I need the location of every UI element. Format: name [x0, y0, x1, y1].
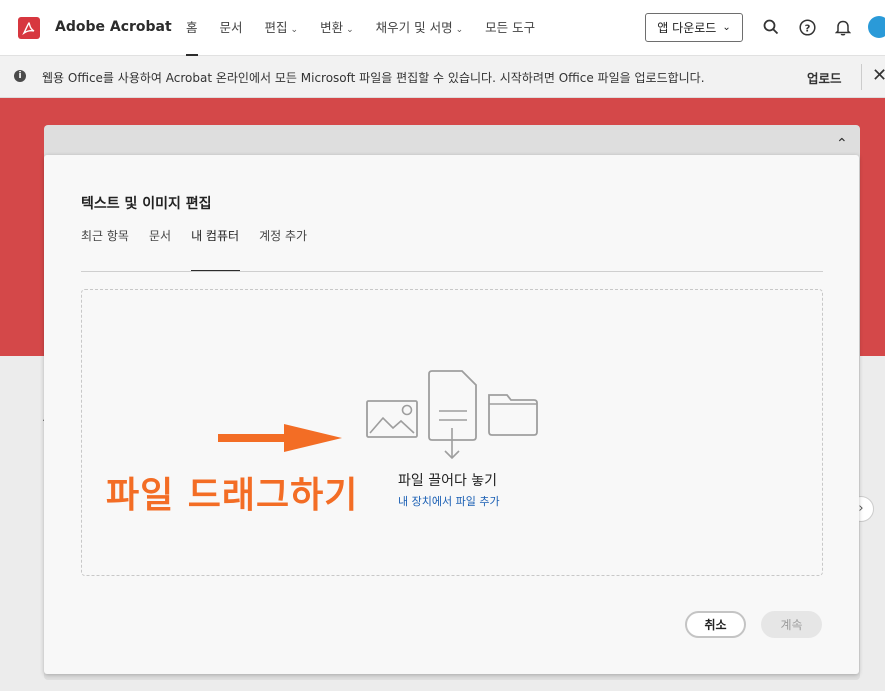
- dialog-title: 텍스트 및 이미지 편집: [81, 196, 212, 212]
- nav-documents[interactable]: 문서: [220, 0, 243, 56]
- continue-button[interactable]: 계속: [761, 611, 822, 638]
- tab-add-account[interactable]: 계정 추가: [259, 227, 307, 272]
- tab-my-computer[interactable]: 내 컴퓨터: [191, 227, 241, 272]
- nav-label: 변환: [320, 20, 344, 35]
- nav-all-tools[interactable]: 모든 도구: [485, 0, 535, 56]
- office-info-banner: i 웹용 Office를 사용하여 Acrobat 온라인에서 모든 Micro…: [0, 56, 885, 98]
- close-icon[interactable]: ✕: [872, 65, 885, 86]
- chevron-down-icon: ⌄: [455, 25, 464, 35]
- annotation-arrow-icon: [218, 424, 342, 452]
- avatar[interactable]: [868, 16, 885, 38]
- drag-annotation: 파일 드래그하기: [106, 475, 359, 516]
- edit-text-images-dialog: 텍스트 및 이미지 편집 최근 항목 문서 내 컴퓨터 계정 추가 파일 드래그…: [44, 155, 859, 674]
- tabs-divider: [81, 271, 823, 272]
- nav-label: 홈: [186, 20, 198, 35]
- top-navigation-bar: Adobe Acrobat 홈 문서 편집 ⌄ 변환 ⌄ 채우기 및 서명 ⌄ 모든 …: [0, 0, 885, 56]
- help-icon[interactable]: ?: [797, 17, 817, 37]
- info-icon: i: [14, 70, 26, 82]
- drop-label: 파일 끌어다 놓기: [398, 473, 498, 489]
- app-name: Adobe Acrobat: [55, 19, 172, 35]
- chevron-up-icon[interactable]: ⌃: [836, 136, 848, 152]
- nav-label: 채우기 및 서명: [375, 20, 453, 35]
- nav-label: 문서: [219, 20, 243, 35]
- banner-divider: [861, 64, 862, 90]
- upload-button[interactable]: 업로드: [807, 68, 842, 87]
- nav-label: 편집: [264, 20, 288, 35]
- nav-convert[interactable]: 변환 ⌄: [320, 0, 354, 56]
- main-nav: 홈 문서 편집 ⌄ 변환 ⌄ 채우기 및 서명 ⌄ 모든 도구: [186, 0, 557, 56]
- bell-icon[interactable]: [833, 17, 853, 37]
- nav-label: 모든 도구: [485, 20, 536, 35]
- app-download-label: 앱 다운로드: [657, 21, 717, 35]
- nav-fill-sign[interactable]: 채우기 및 서명 ⌄: [376, 0, 464, 56]
- nav-home[interactable]: 홈: [186, 0, 198, 56]
- chevron-down-icon: ⌄: [346, 25, 354, 35]
- cancel-button[interactable]: 취소: [685, 611, 746, 638]
- acrobat-logo-icon[interactable]: [18, 17, 40, 39]
- svg-text:?: ?: [804, 23, 810, 34]
- search-icon[interactable]: [761, 17, 781, 37]
- banner-message: 웹용 Office를 사용하여 Acrobat 온라인에서 모든 Microso…: [42, 71, 705, 85]
- file-drop-zone[interactable]: 파일 드래그하기 파일 끌어다 놓기 내 장치에서 파일 추가: [81, 289, 823, 576]
- nav-edit[interactable]: 편집 ⌄: [265, 0, 299, 56]
- chevron-down-icon: ⌄: [290, 25, 299, 35]
- tab-recent[interactable]: 최근 항목: [81, 227, 129, 272]
- chevron-down-icon: ⌄: [722, 22, 731, 33]
- add-file-link[interactable]: 내 장치에서 파일 추가: [398, 493, 500, 509]
- tab-documents[interactable]: 문서: [149, 227, 171, 272]
- drop-illustration-icon: [366, 370, 538, 460]
- app-download-button[interactable]: 앱 다운로드 ⌄: [645, 13, 743, 42]
- source-tabs: 최근 항목 문서 내 컴퓨터 계정 추가: [81, 227, 327, 272]
